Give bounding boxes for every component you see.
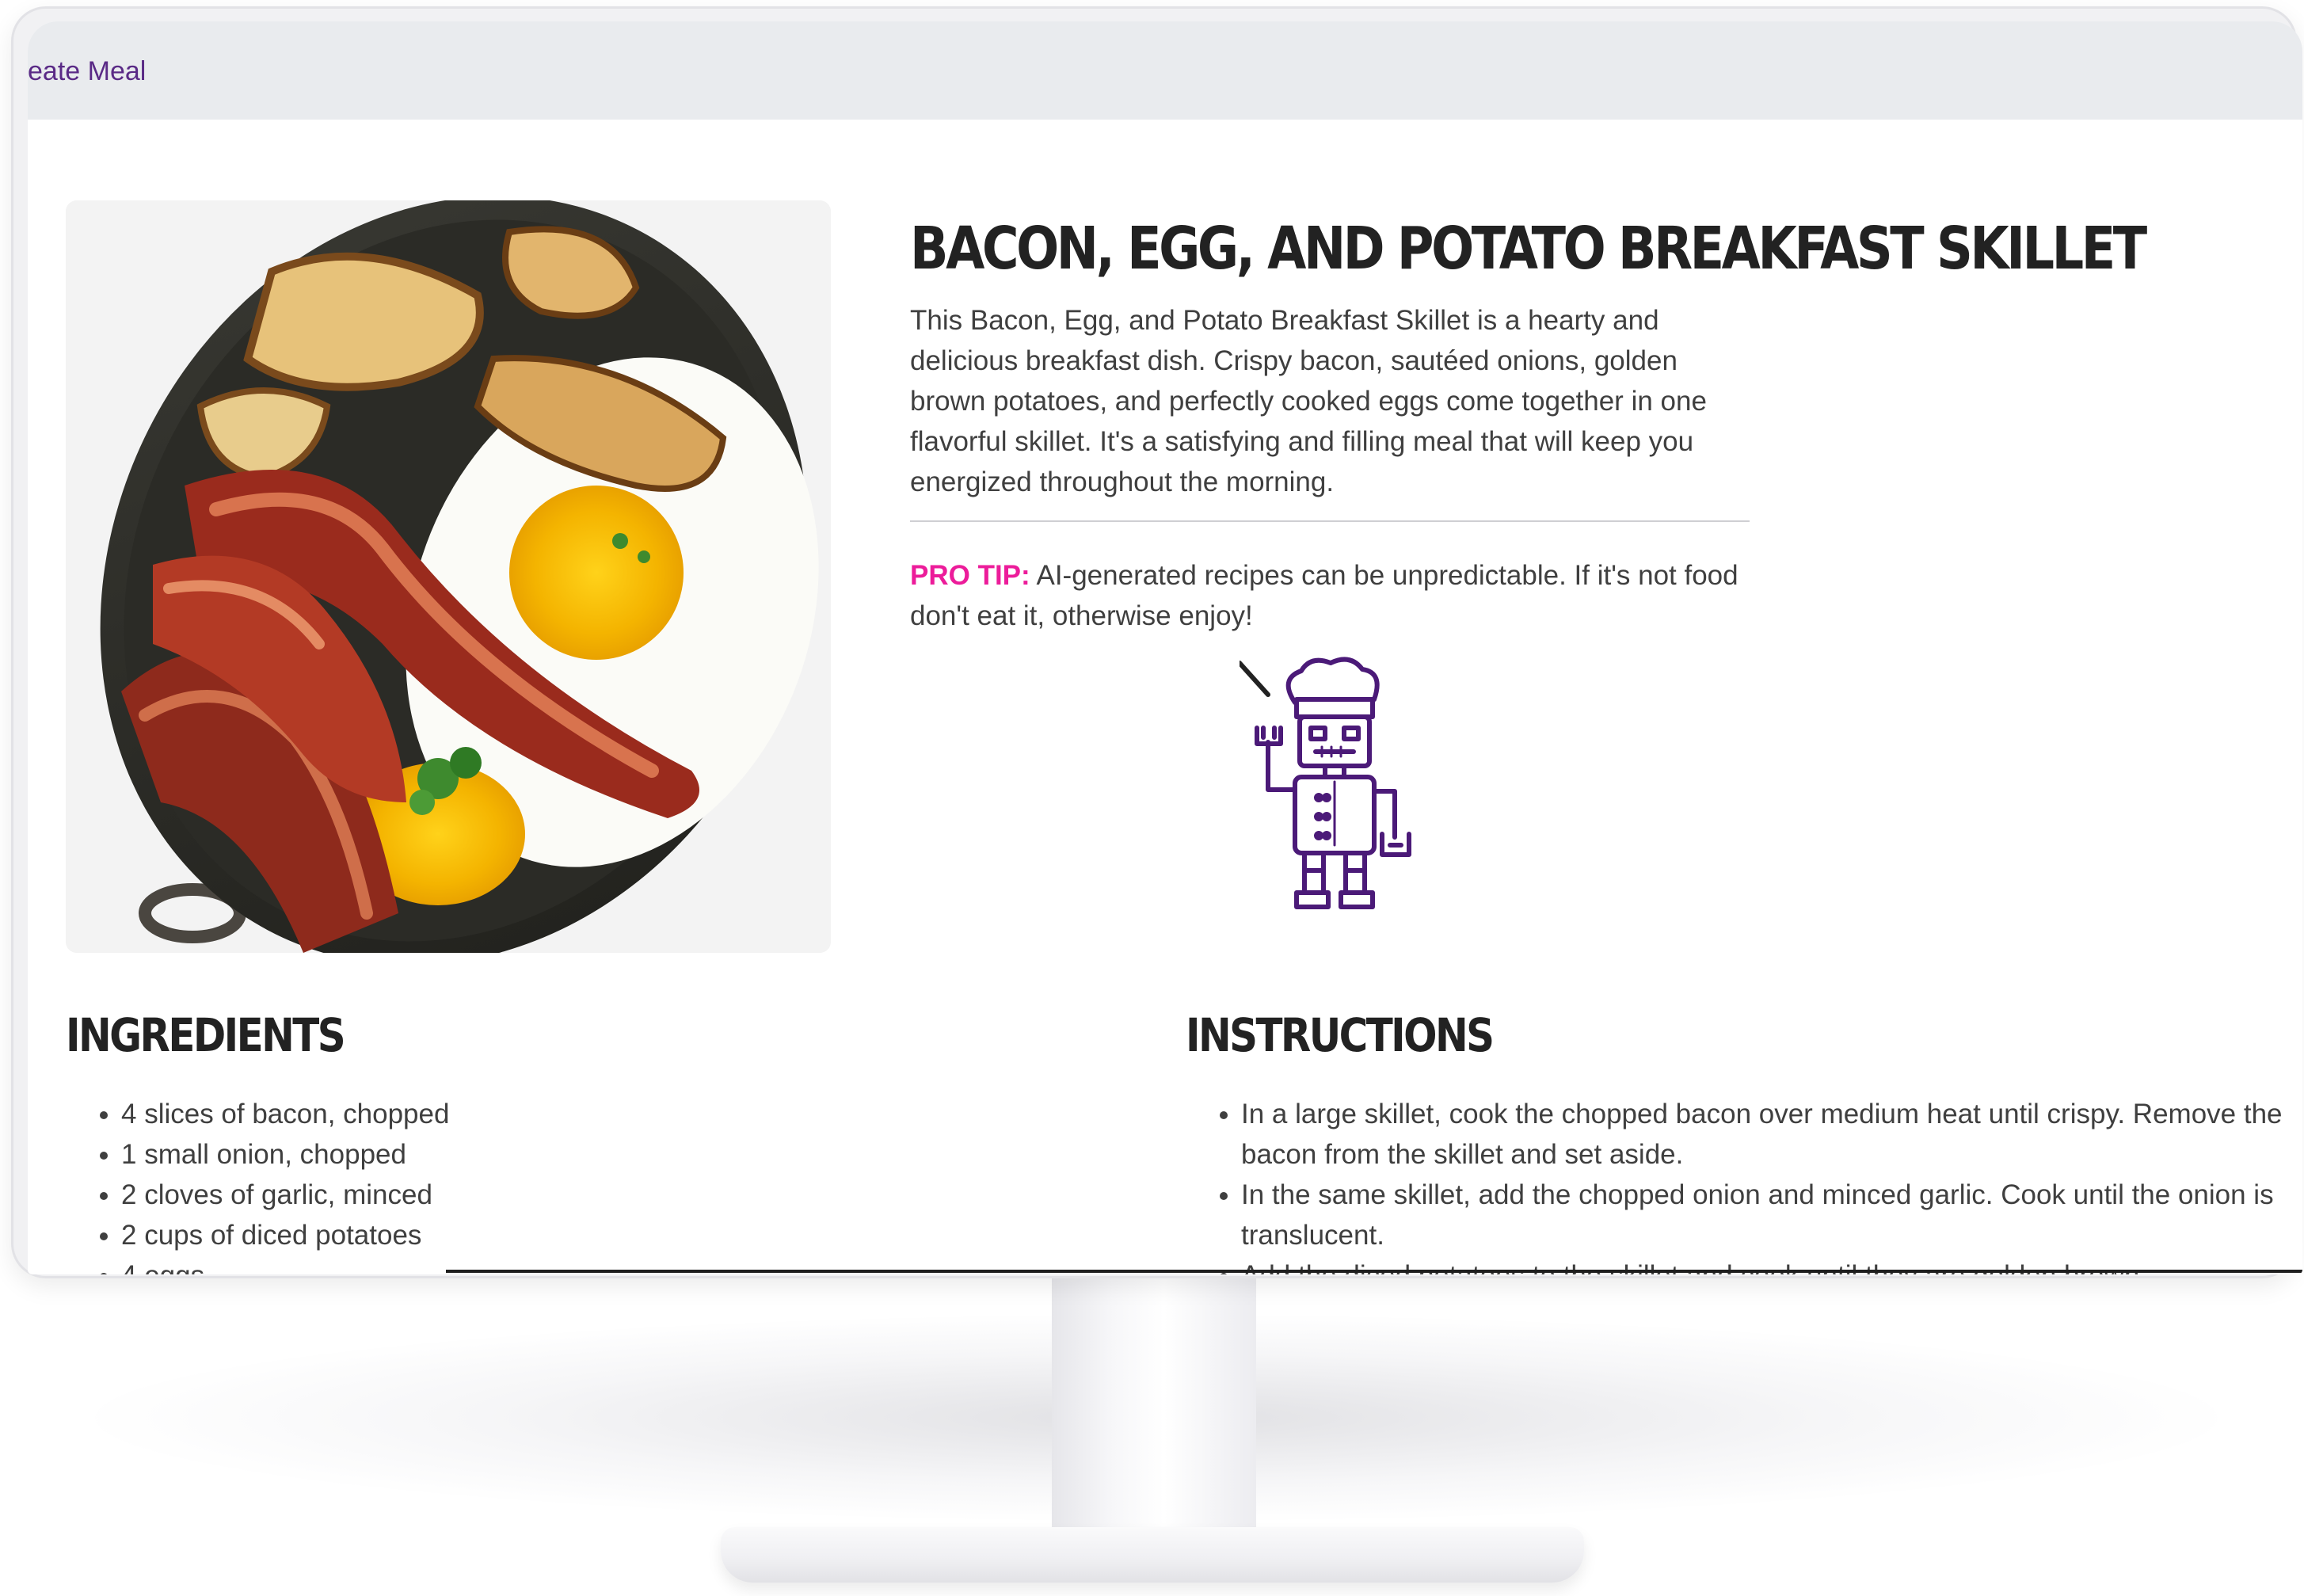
pro-tip: PRO TIP: AI-generated recipes can be unp… (910, 555, 1750, 636)
recipe-title: Bacon, Egg, and Potato Breakfast Skillet (910, 215, 2147, 283)
recipe-description: This Bacon, Egg, and Potato Breakfast Sk… (910, 305, 1707, 497)
monitor-stand-base (721, 1527, 1584, 1583)
ingredient-item: 2 cups of diced potatoes (121, 1215, 1072, 1255)
food-photo-icon (66, 200, 831, 953)
instructions-list: In a large skillet, cook the chopped bac… (1186, 1094, 2302, 1274)
section-divider (910, 520, 1750, 522)
monitor-bezel: eate Meal BACON, EGG, AND POTATO BREAKFA… (11, 6, 2302, 1278)
top-navigation-bar: eate Meal (28, 21, 2302, 120)
robot-chef-icon (1237, 655, 1430, 924)
ingredients-list: 4 slices of bacon, chopped 1 small onion… (66, 1094, 1072, 1274)
monitor-stand-neck (1052, 1267, 1256, 1552)
instructions-heading: Instructions (1186, 1008, 1495, 1062)
recipe-photo (66, 200, 831, 953)
monitor-screen: eate Meal BACON, EGG, AND POTATO BREAKFA… (28, 21, 2302, 1274)
ingredient-item: 4 slices of bacon, chopped (121, 1094, 1072, 1134)
nav-create-meal-link[interactable]: eate Meal (28, 56, 146, 87)
instruction-step: In the same skillet, add the chopped oni… (1241, 1175, 2302, 1255)
pro-tip-text: AI-generated recipes can be unpredictabl… (910, 560, 1738, 631)
pro-tip-label: PRO TIP: (910, 560, 1030, 591)
scroll-edge-line (446, 1270, 2302, 1273)
ingredient-item: 1 small onion, chopped (121, 1134, 1072, 1175)
ingredient-item: 2 cloves of garlic, minced (121, 1175, 1072, 1215)
instruction-step: In a large skillet, cook the chopped bac… (1241, 1094, 2302, 1175)
ingredients-heading: Ingredients (66, 1008, 346, 1062)
